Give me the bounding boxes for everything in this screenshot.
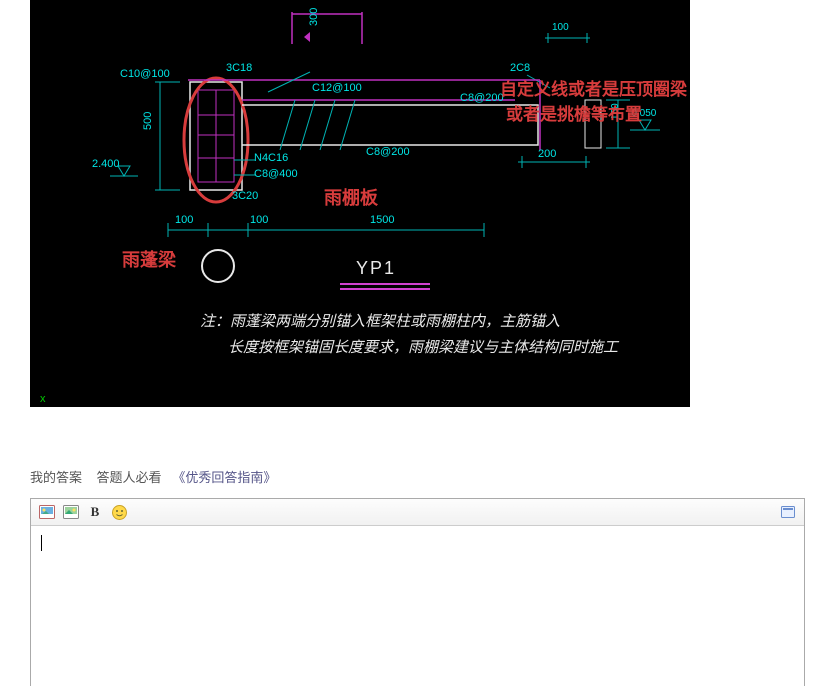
note-line2: 长度按框架锚固长度要求，雨棚梁建议与主体结构同时施工 xyxy=(228,336,618,357)
answer-section-header: 我的答案 答题人必看 《优秀回答指南》 xyxy=(30,467,805,486)
dim-top-300: 300 xyxy=(308,8,320,26)
rebar-c8-200-b: C8@200 xyxy=(366,146,410,158)
bold-button[interactable]: B xyxy=(87,504,103,520)
corner-marker: x xyxy=(40,393,46,405)
answer-editor: B xyxy=(30,498,805,686)
rebar-2c8: 2C8 xyxy=(510,62,530,74)
dim-200: 200 xyxy=(538,148,556,160)
cad-diagram: 300 100 C10@100 3C18 C12@100 2C8 C8@200 … xyxy=(30,0,690,407)
dim-500: 500 xyxy=(142,112,154,130)
annot-red-line1: 自定义线或者是压顶圈梁 xyxy=(500,75,687,100)
dim-bot-100a: 100 xyxy=(175,214,193,226)
fullscreen-button[interactable] xyxy=(780,504,796,520)
note-line1: 注：雨蓬梁两端分别锚入框架柱或雨棚柱内，主筋锚入 xyxy=(200,310,560,331)
rebar-c8-200-a: C8@200 xyxy=(460,92,504,104)
answer-guide-link[interactable]: 《优秀回答指南》 xyxy=(172,470,276,485)
part-name-yp1: YP1 xyxy=(356,258,396,279)
image-button[interactable] xyxy=(39,504,55,520)
rebar-3c18: 3C18 xyxy=(226,62,252,74)
rebar-3c20: 3C20 xyxy=(232,190,258,202)
annot-red-beam: 雨蓬梁 xyxy=(122,246,176,272)
rebar-c10-100: C10@100 xyxy=(120,68,170,80)
dim-bot-100b: 100 xyxy=(250,214,268,226)
dim-top-100: 100 xyxy=(552,22,569,33)
my-answer-label: 我的答案 xyxy=(30,470,82,485)
editor-textarea[interactable] xyxy=(31,526,804,686)
editor-toolbar: B xyxy=(31,499,804,526)
annot-red-line2: 或者是挑檐等布置 xyxy=(506,100,642,125)
rebar-c12-100: C12@100 xyxy=(312,82,362,94)
mustread-label: 答题人必看 xyxy=(96,470,161,485)
image2-button[interactable] xyxy=(63,504,79,520)
dim-bot-1500: 1500 xyxy=(370,214,394,226)
annot-red-board: 雨棚板 xyxy=(324,184,378,210)
rebar-c8-400: C8@400 xyxy=(254,168,298,180)
elev-left: 2.400 xyxy=(92,158,120,170)
rebar-n4c16: N4C16 xyxy=(254,152,288,164)
emoji-button[interactable] xyxy=(111,504,127,520)
